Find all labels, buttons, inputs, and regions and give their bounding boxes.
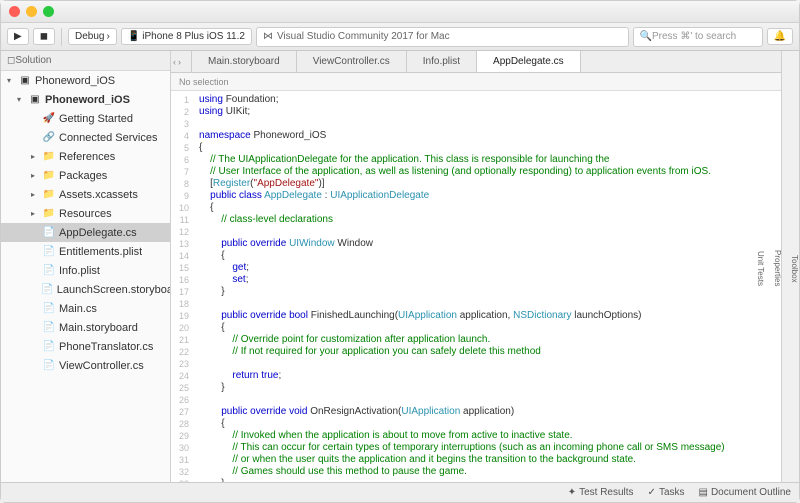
- toolbar: ▶ ◼ Debug › 📱 iPhone 8 Plus iOS 11.2 ⋈ V…: [1, 23, 799, 51]
- sidebar-item-phonetranslator-cs[interactable]: 📄PhoneTranslator.cs: [1, 337, 170, 356]
- sidebar-item-assets-xcassets[interactable]: ▸📁Assets.xcassets: [1, 185, 170, 204]
- tab-main-storyboard[interactable]: Main.storyboard: [191, 51, 297, 72]
- stop-button[interactable]: ◼: [33, 28, 55, 45]
- code-editor[interactable]: 1234567891011121314151617181920212223242…: [171, 91, 781, 482]
- play-icon: ▶: [14, 31, 22, 42]
- chevron-right-icon: ›: [106, 31, 109, 42]
- sidebar-item-main-cs[interactable]: 📄Main.cs: [1, 299, 170, 318]
- sidebar-item-launchscreen-storyboard[interactable]: 📄LaunchScreen.storyboard: [1, 280, 170, 299]
- tasks-pad[interactable]: ✓ Tasks: [648, 487, 685, 498]
- file-icon: 📁: [42, 207, 56, 221]
- file-icon: 🚀: [42, 112, 56, 126]
- sidebar-item-resources[interactable]: ▸📁Resources: [1, 204, 170, 223]
- build-config-dropdown[interactable]: Debug ›: [68, 28, 117, 45]
- sidebar-item-references[interactable]: ▸📁References: [1, 147, 170, 166]
- solution-root[interactable]: ▾▣Phoneword_iOS: [1, 71, 170, 90]
- tab-viewcontroller-cs[interactable]: ViewController.cs: [297, 51, 407, 72]
- solution-tree[interactable]: ▾▣Phoneword_iOS▾▣Phoneword_iOS🚀Getting S…: [1, 71, 170, 482]
- file-icon: 📄: [42, 264, 56, 278]
- sidebar-header: ◻ Solution: [1, 51, 170, 71]
- minimize-traffic-light[interactable]: [26, 6, 37, 17]
- window-titlebar: [1, 1, 799, 23]
- sidebar-item-entitlements-plist[interactable]: 📄Entitlements.plist: [1, 242, 170, 261]
- file-icon: 📄: [42, 245, 56, 259]
- right-tool-rail: ToolboxPropertiesUnit Tests: [781, 51, 799, 482]
- editor-area: ‹› Main.storyboardViewController.csInfo.…: [171, 51, 781, 482]
- run-button[interactable]: ▶: [7, 28, 29, 45]
- file-icon: 📄: [42, 226, 56, 240]
- tab-appdelegate-cs[interactable]: AppDelegate.cs: [477, 51, 581, 72]
- search-icon: 🔍: [640, 31, 652, 42]
- file-icon: 📁: [42, 150, 56, 164]
- editor-tabs: ‹› Main.storyboardViewController.csInfo.…: [171, 51, 781, 73]
- document-outline-pad[interactable]: ▤ Document Outline: [699, 487, 792, 498]
- rail-properties[interactable]: Properties: [773, 250, 782, 286]
- nav-fwd-icon[interactable]: ›: [178, 57, 181, 67]
- sidebar-item-appdelegate-cs[interactable]: 📄AppDelegate.cs: [1, 223, 170, 242]
- device-dropdown[interactable]: 📱 iPhone 8 Plus iOS 11.2: [121, 28, 252, 45]
- file-icon: 📄: [42, 321, 56, 335]
- file-icon: 📄: [42, 302, 56, 316]
- sidebar-item-viewcontroller-cs[interactable]: 📄ViewController.cs: [1, 356, 170, 375]
- solution-sidebar: ◻ Solution ▾▣Phoneword_iOS▾▣Phoneword_iO…: [1, 51, 171, 482]
- zoom-traffic-light[interactable]: [43, 6, 54, 17]
- line-gutter: 1234567891011121314151617181920212223242…: [171, 91, 195, 482]
- rail-unit-tests[interactable]: Unit Tests: [756, 251, 765, 286]
- notifications-button[interactable]: 🔔: [767, 28, 793, 45]
- file-icon: 📁: [42, 188, 56, 202]
- breadcrumb[interactable]: No selection: [171, 73, 781, 91]
- file-icon: 📄: [42, 359, 56, 373]
- file-icon: 🔗: [42, 131, 56, 145]
- test-results-pad[interactable]: ✦ Test Results: [568, 487, 634, 498]
- vs-icon: ⋈: [263, 31, 273, 42]
- close-traffic-light[interactable]: [9, 6, 20, 17]
- status-bar: ✦ Test Results ✓ Tasks ▤ Document Outlin…: [1, 482, 799, 502]
- file-icon: 📄: [42, 340, 56, 354]
- tab-info-plist[interactable]: Info.plist: [407, 51, 477, 72]
- file-icon: 📄: [41, 283, 54, 297]
- project-node[interactable]: ▾▣Phoneword_iOS: [1, 90, 170, 109]
- source-text[interactable]: using Foundation;using UIKit; namespace …: [195, 91, 781, 482]
- status-address-bar: ⋈ Visual Studio Community 2017 for Mac: [256, 27, 629, 47]
- nav-back-icon[interactable]: ‹: [173, 57, 176, 67]
- global-search[interactable]: 🔍 Press ⌘' to search: [633, 27, 763, 47]
- rail-toolbox[interactable]: Toolbox: [790, 255, 799, 283]
- sidebar-item-connected-services[interactable]: 🔗Connected Services: [1, 128, 170, 147]
- sidebar-item-main-storyboard[interactable]: 📄Main.storyboard: [1, 318, 170, 337]
- sidebar-item-packages[interactable]: ▸📁Packages: [1, 166, 170, 185]
- file-icon: 📁: [42, 169, 56, 183]
- sidebar-item-info-plist[interactable]: 📄Info.plist: [1, 261, 170, 280]
- sidebar-item-getting-started[interactable]: 🚀Getting Started: [1, 109, 170, 128]
